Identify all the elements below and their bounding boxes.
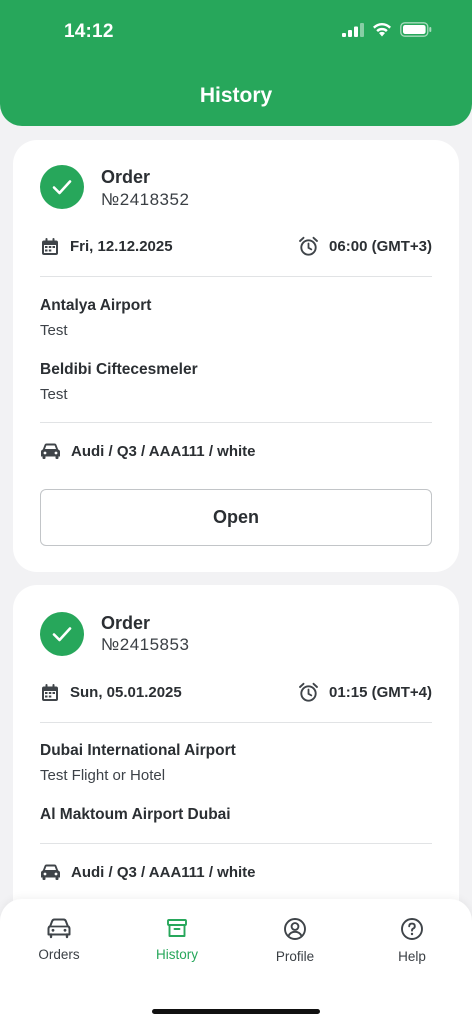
vehicle-row: Audi / Q3 / AAA111 / white (40, 442, 432, 460)
order-card[interactable]: Order №2418352 Fri, 12.12.2025 06:00 (GM… (13, 140, 459, 572)
divider (40, 722, 432, 723)
tab-orders[interactable]: Orders (14, 917, 104, 962)
date-group: Sun, 05.01.2025 (40, 683, 182, 703)
header: 14:12 History (0, 0, 472, 126)
completed-check-icon (40, 612, 84, 656)
pickup-note: Test Flight or Hotel (40, 767, 166, 784)
tab-label: Profile (275, 949, 315, 964)
bottom-tab-bar: Orders History Profile Help (0, 899, 472, 1024)
vehicle-row: Audi / Q3 / AAA111 / white (40, 863, 432, 881)
dropoff-location: Beldibi Ciftecesmeler (40, 361, 198, 378)
dropoff-location: Al Maktoum Airport Dubai (40, 806, 231, 823)
order-date: Fri, 12.12.2025 (70, 238, 173, 255)
order-time: 01:15 (GMT+4) (329, 684, 432, 701)
time-group: 06:00 (GMT+3) (298, 236, 432, 257)
order-label: Order (101, 613, 151, 633)
dropoff-note: Test (40, 386, 68, 403)
car-icon (41, 864, 60, 880)
vehicle-info: Audi / Q3 / AAA111 / white (71, 442, 256, 460)
completed-check-icon (40, 165, 84, 209)
battery-icon (400, 22, 432, 37)
order-time: 06:00 (GMT+3) (329, 238, 432, 255)
help-circle-icon (401, 918, 423, 940)
divider (40, 276, 432, 277)
wifi-icon (373, 22, 391, 37)
tab-profile[interactable]: Profile (250, 917, 340, 964)
pickup-location: Dubai International Airport (40, 742, 236, 759)
order-date: Sun, 05.01.2025 (70, 684, 182, 701)
tab-help[interactable]: Help (367, 917, 457, 964)
signal-icon (342, 22, 364, 37)
tab-label: Orders (38, 947, 80, 962)
divider (40, 422, 432, 423)
tab-history[interactable]: History (132, 917, 222, 962)
order-number: №2418352 (101, 190, 190, 209)
order-number: №2415853 (101, 635, 190, 654)
order-history-list[interactable]: Order №2418352 Fri, 12.12.2025 06:00 (GM… (0, 126, 472, 902)
calendar-icon (42, 237, 58, 255)
archive-box-icon (167, 919, 187, 937)
alarm-clock-icon (299, 682, 318, 702)
user-circle-icon (284, 918, 306, 940)
pickup-location: Antalya Airport (40, 297, 152, 314)
car-icon (47, 918, 71, 939)
calendar-icon (42, 683, 58, 701)
vehicle-group: Audi / Q3 / AAA111 / white (40, 863, 256, 881)
alarm-clock-icon (299, 236, 318, 256)
home-indicator[interactable] (152, 1009, 320, 1014)
datetime-row: Fri, 12.12.2025 06:00 (GMT+3) (40, 236, 432, 257)
pickup-note: Test (40, 322, 68, 339)
open-order-button[interactable]: Open (40, 489, 432, 546)
page-title: History (199, 84, 273, 107)
status-time: 14:12 (64, 21, 114, 42)
vehicle-group: Audi / Q3 / AAA111 / white (40, 442, 256, 460)
order-label: Order (101, 167, 151, 187)
time-group: 01:15 (GMT+4) (298, 682, 432, 703)
divider (40, 843, 432, 844)
status-icons (342, 22, 432, 37)
tab-label: History (155, 947, 198, 962)
tab-label: Help (398, 949, 426, 964)
vehicle-info: Audi / Q3 / AAA111 / white (71, 863, 256, 881)
date-group: Fri, 12.12.2025 (40, 237, 173, 257)
datetime-row: Sun, 05.01.2025 01:15 (GMT+4) (40, 682, 432, 703)
order-card[interactable]: Order №2415853 Sun, 05.01.2025 01:15 (GM… (13, 585, 459, 902)
car-icon (41, 443, 60, 459)
